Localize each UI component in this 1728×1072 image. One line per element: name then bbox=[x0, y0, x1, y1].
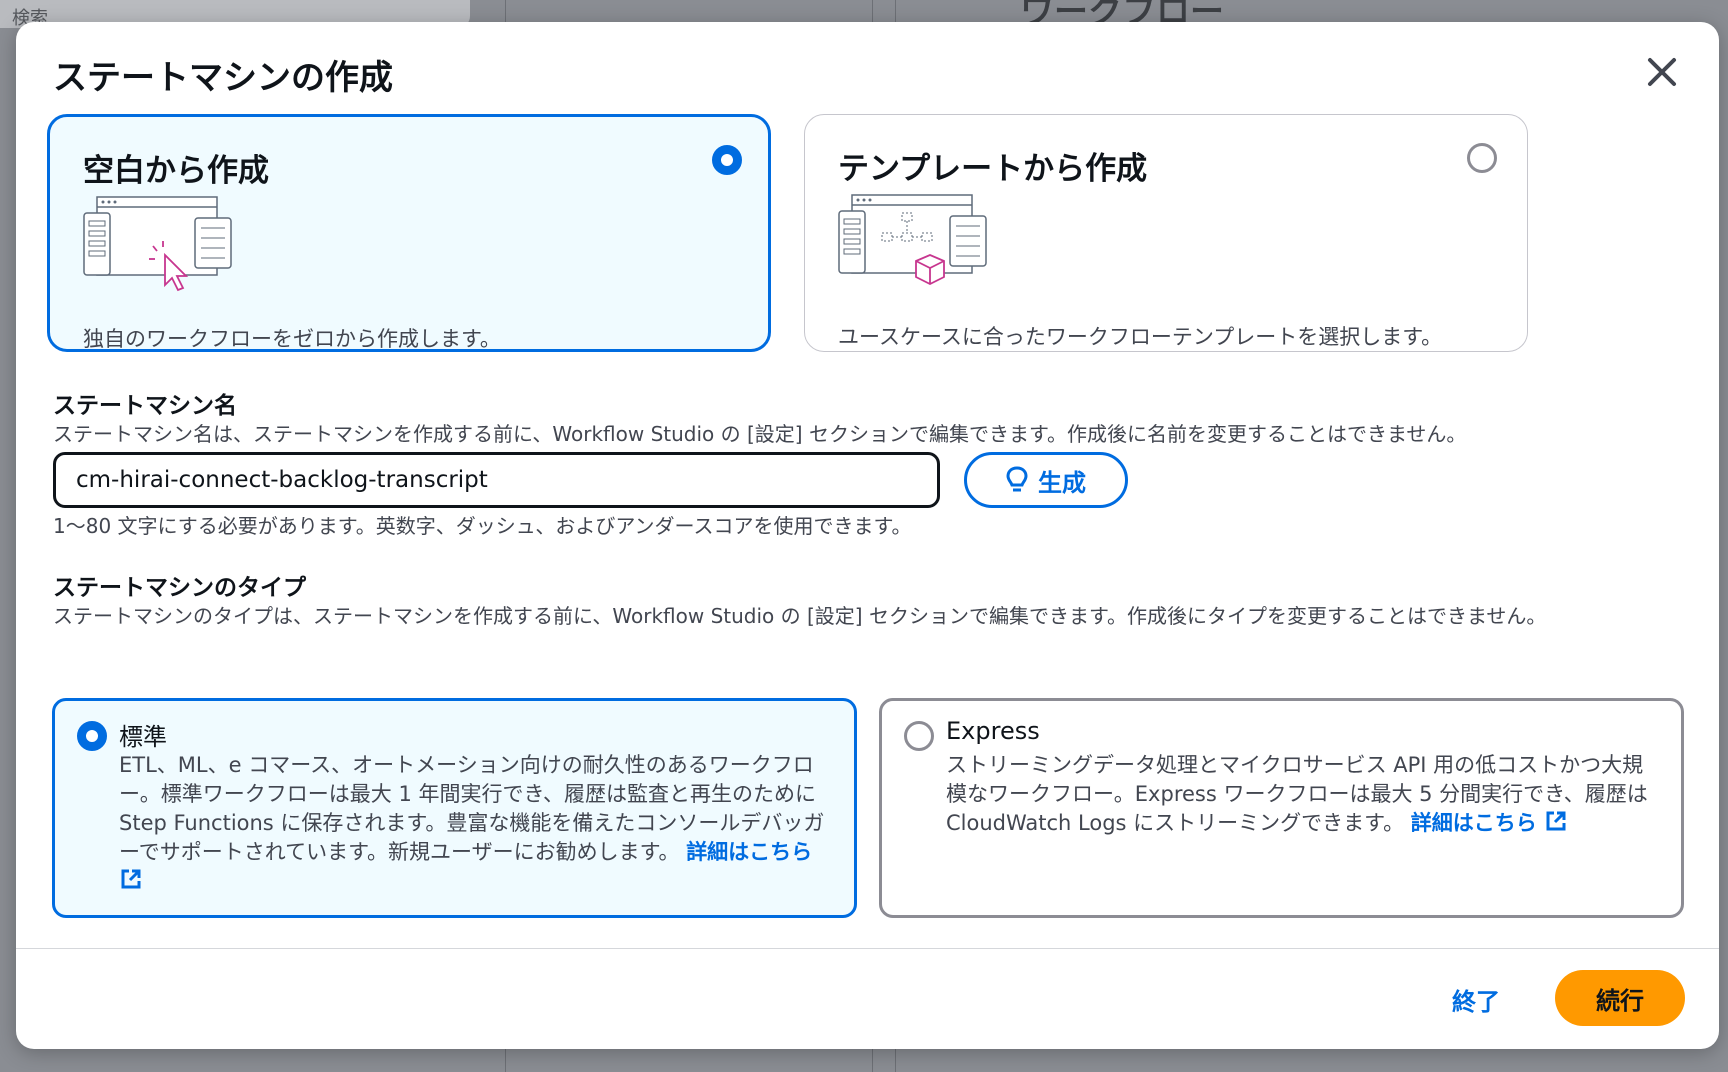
generate-button[interactable]: 生成 bbox=[964, 452, 1128, 508]
external-link-icon bbox=[121, 869, 141, 889]
option-blank-tile[interactable]: 空白から作成 独自のワークフローをゼロから作成します。 bbox=[47, 114, 771, 352]
option-blank-radio[interactable] bbox=[712, 145, 742, 175]
state-machine-name-input[interactable] bbox=[53, 452, 940, 508]
option-template-title: テンプレートから作成 bbox=[838, 151, 1148, 187]
option-template-radio[interactable] bbox=[1467, 143, 1497, 173]
type-express-title: Express bbox=[946, 717, 1040, 745]
close-icon[interactable] bbox=[1641, 52, 1681, 92]
type-express-learn-more-link[interactable]: 詳細はこちら bbox=[1411, 811, 1568, 835]
type-standard-link-text: 詳細はこちら bbox=[686, 840, 813, 864]
type-express-radio[interactable] bbox=[904, 721, 934, 751]
continue-button[interactable]: 続行 bbox=[1555, 970, 1685, 1026]
template-workflow-icon bbox=[838, 194, 987, 286]
type-standard-tile[interactable]: 標準 ETL、ML、e コマース、オートメーション向けの耐久性のあるワークフロー… bbox=[52, 698, 857, 918]
type-express-description: ストリーミングデータ処理とマイクロサービス API 用の低コストかつ大規模なワー… bbox=[946, 751, 1661, 838]
option-blank-description: 独自のワークフローをゼロから作成します。 bbox=[83, 327, 501, 351]
generate-button-label: 生成 bbox=[1038, 468, 1086, 497]
state-machine-type-description: ステートマシンのタイプは、ステートマシンを作成する前に、Workflow Stu… bbox=[53, 604, 1547, 628]
state-machine-name-hint: 1〜80 文字にする必要があります。英数字、ダッシュ、およびアンダースコアを使用… bbox=[53, 514, 912, 538]
footer-divider bbox=[16, 948, 1719, 949]
blank-workflow-icon bbox=[83, 196, 232, 292]
state-machine-type-label: ステートマシンのタイプ bbox=[53, 575, 306, 601]
lightbulb-icon bbox=[1006, 466, 1028, 492]
state-machine-name-label: ステートマシン名 bbox=[53, 393, 237, 419]
cancel-button[interactable]: 終了 bbox=[1452, 982, 1500, 1017]
type-standard-title: 標準 bbox=[119, 723, 167, 751]
state-machine-name-description: ステートマシン名は、ステートマシンを作成する前に、Workflow Studio… bbox=[53, 422, 1467, 446]
option-blank-title: 空白から作成 bbox=[83, 153, 269, 189]
type-express-link-text: 詳細はこちら bbox=[1410, 811, 1537, 835]
type-standard-description: ETL、ML、e コマース、オートメーション向けの耐久性のあるワークフロー。標準… bbox=[119, 751, 839, 896]
type-standard-radio[interactable] bbox=[77, 721, 107, 751]
type-express-tile[interactable]: Express ストリーミングデータ処理とマイクロサービス API 用の低コスト… bbox=[879, 698, 1684, 918]
option-template-tile[interactable]: テンプレートから作成 ユースケースに合ったワークフローテンプレートを選択します。 bbox=[804, 114, 1528, 352]
dialog-title: ステートマシンの作成 bbox=[53, 58, 393, 98]
external-link-icon bbox=[1546, 811, 1566, 831]
option-template-description: ユースケースに合ったワークフローテンプレートを選択します。 bbox=[838, 325, 1443, 349]
